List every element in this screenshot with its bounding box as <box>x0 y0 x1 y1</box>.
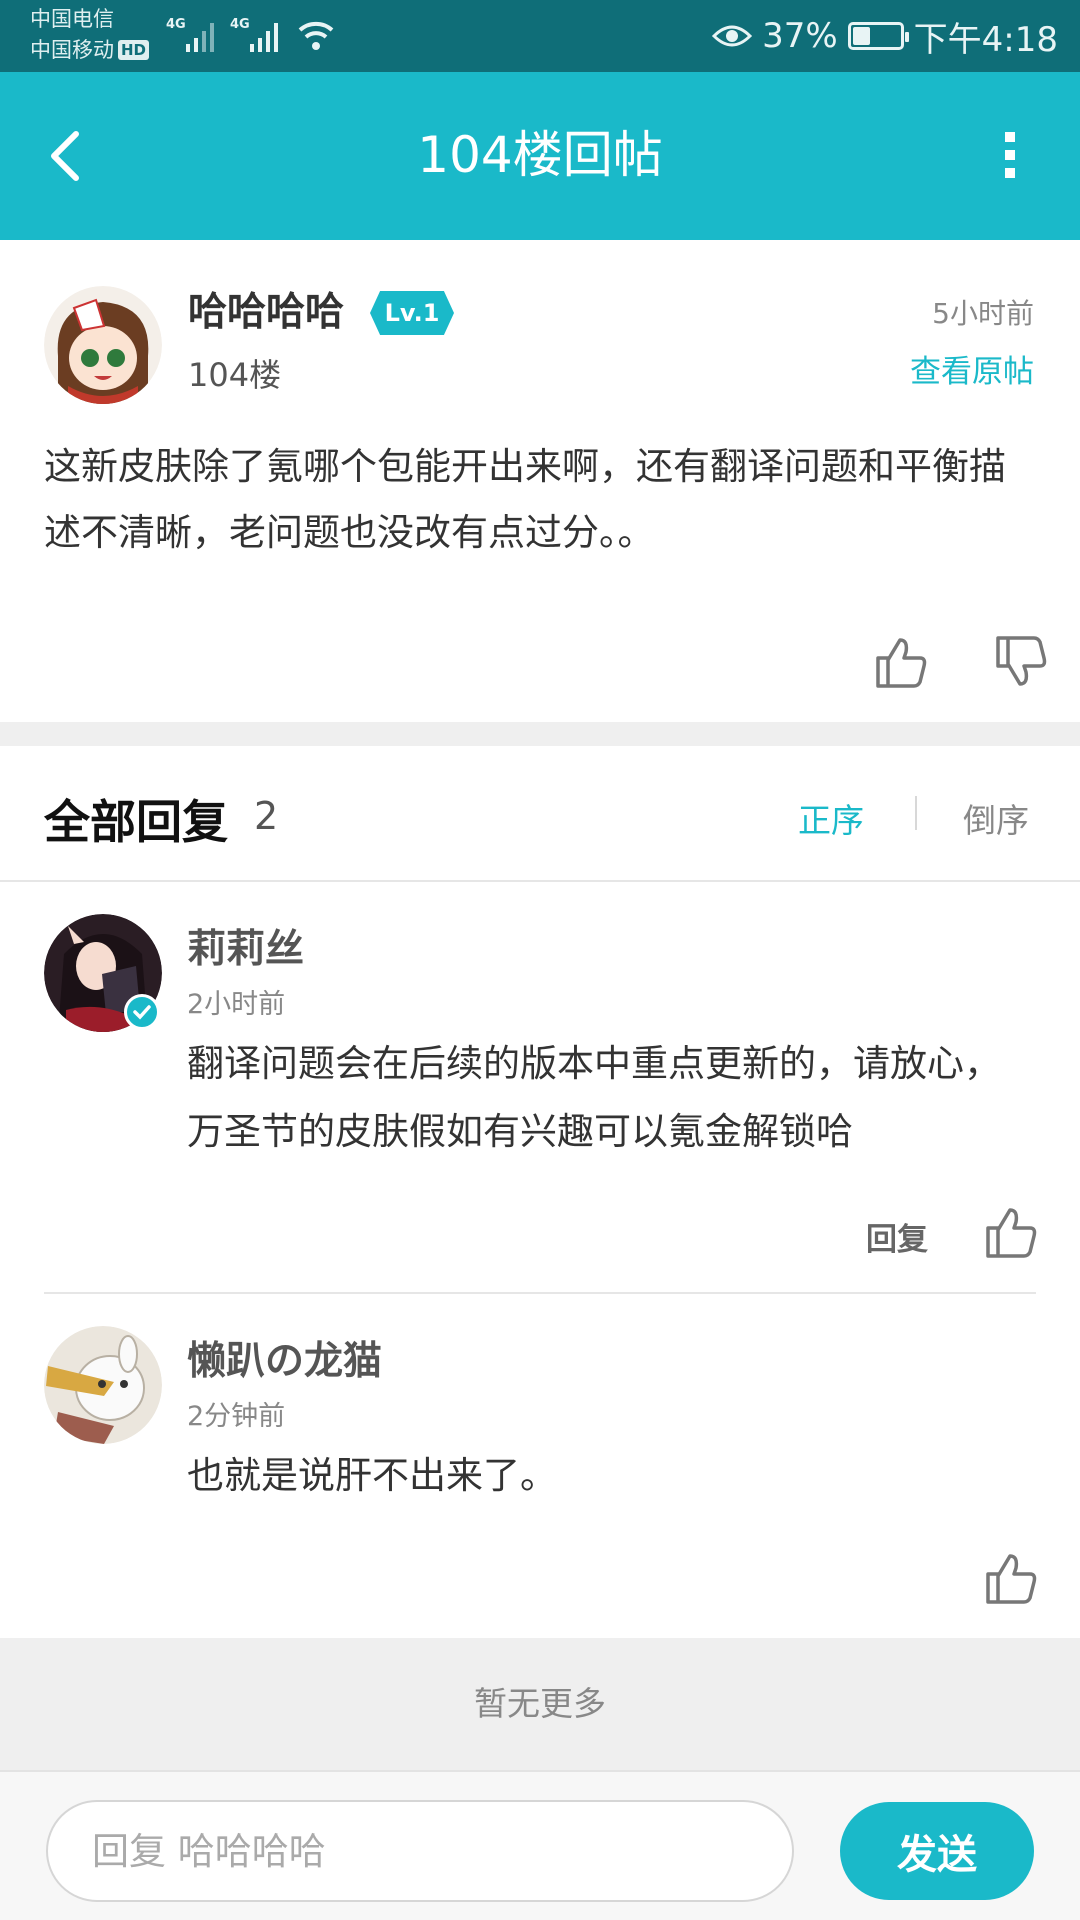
network-2-label: 4G <box>230 17 250 32</box>
thumbs-up-icon[interactable] <box>980 1548 1040 1608</box>
post-time: 5小时前 <box>932 297 1034 330</box>
check-icon <box>133 1005 151 1020</box>
reply-body: 翻译问题会在后续的版本中重点更新的，请放心，万圣节的皮肤假如有兴趣可以氪金解锁哈 <box>187 1042 1001 1153</box>
view-original-link[interactable]: 查看原帖 <box>910 346 1034 391</box>
thumbs-down-icon[interactable] <box>990 632 1050 692</box>
replies-header: 全部回复 2 正序 倒序 <box>0 746 1080 882</box>
avatar[interactable] <box>44 286 162 404</box>
level-badge: Lv.1 <box>370 291 454 335</box>
reply-bar: 发送 <box>0 1770 1080 1920</box>
reply-username[interactable]: 莉莉丝 <box>187 918 304 974</box>
status-right: 37% 下午4:18 <box>712 14 1058 60</box>
signal-icon-2: 4G <box>230 17 278 52</box>
thumbs-up-icon[interactable] <box>870 632 930 692</box>
reply-username[interactable]: 懒趴の龙猫 <box>187 1330 382 1386</box>
signal-icon: 4G <box>166 17 214 52</box>
status-bar: 中国电信 中国移动 HD 4G 4G 37% 下午4:18 <box>0 0 1080 72</box>
verified-badge <box>124 994 160 1030</box>
sort-descending-tab[interactable]: 倒序 <box>963 794 1029 842</box>
no-more-label: 暂无更多 <box>0 1638 1080 1770</box>
original-post: 哈哈哈哈 Lv.1 104楼 5小时前 查看原帖 这新皮肤除了氪哪个包能开出来啊… <box>0 240 1080 722</box>
floor-number: 104楼 <box>188 356 282 394</box>
replies-count: 2 <box>254 794 279 838</box>
replies-title: 全部回复 <box>44 795 228 849</box>
wifi-icon <box>298 21 334 50</box>
reply-divider <box>44 1292 1036 1294</box>
app-header: 104楼回帖 <box>0 72 1080 240</box>
post-username[interactable]: 哈哈哈哈 <box>188 286 344 340</box>
reply-time: 2分钟前 <box>187 1401 286 1432</box>
reply-input[interactable] <box>46 1800 794 1902</box>
carrier-2: 中国移动 <box>30 38 114 62</box>
thumbs-up-icon[interactable] <box>980 1202 1040 1262</box>
sort-separator <box>915 796 917 830</box>
reply-time: 2小时前 <box>187 989 286 1020</box>
sort-ascending-tab[interactable]: 正序 <box>798 794 864 842</box>
send-button[interactable]: 发送 <box>840 1802 1034 1900</box>
more-vertical-icon[interactable] <box>980 120 1040 190</box>
carrier-info: 中国电信 中国移动 HD <box>30 4 150 66</box>
reply-button[interactable]: 回复 <box>866 1214 928 1259</box>
hd-badge: HD <box>118 40 150 60</box>
battery-percent: 37% <box>762 16 838 56</box>
clock: 下午4:18 <box>913 19 1058 60</box>
network-1-label: 4G <box>166 17 186 32</box>
avatar[interactable] <box>44 1326 162 1444</box>
page-title: 104楼回帖 <box>417 126 663 184</box>
section-divider <box>0 722 1080 746</box>
carrier-1: 中国电信 <box>30 7 114 31</box>
eye-comfort-icon <box>712 25 753 47</box>
reply-body: 也就是说肝不出来了。 <box>187 1454 557 1497</box>
battery-icon <box>847 22 909 50</box>
post-body: 这新皮肤除了氪哪个包能开出来啊，还有翻译问题和平衡描述不清晰，老问题也没改有点过… <box>44 445 1006 554</box>
